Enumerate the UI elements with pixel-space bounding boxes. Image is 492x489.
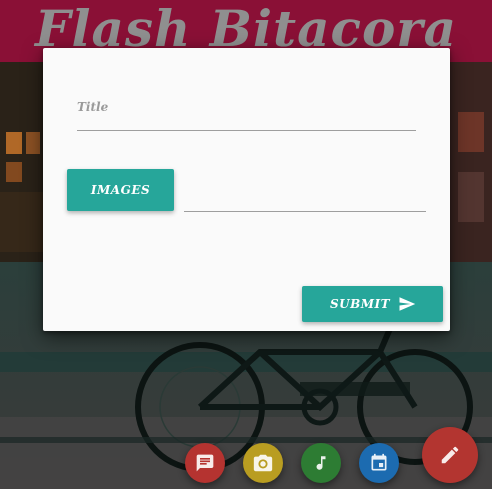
camera-icon — [253, 454, 273, 472]
send-icon — [399, 297, 416, 311]
submit-button[interactable]: SUBMIT — [302, 286, 443, 322]
title-label: Title — [77, 100, 109, 114]
music-note-icon — [316, 456, 326, 470]
chat-fab[interactable] — [185, 443, 225, 483]
chat-icon — [196, 454, 214, 472]
edit-fab[interactable] — [422, 427, 478, 483]
file-path-input[interactable] — [184, 183, 426, 212]
submit-label: SUBMIT — [330, 297, 391, 311]
title-input[interactable]: Title — [77, 100, 416, 131]
camera-fab[interactable] — [243, 443, 283, 483]
new-entry-dialog: Title IMAGES SUBMIT — [43, 48, 450, 331]
calendar-fab[interactable] — [359, 443, 399, 483]
calendar-icon — [371, 453, 387, 471]
images-button[interactable]: IMAGES — [67, 169, 174, 211]
edit-pencil-icon — [441, 446, 459, 464]
music-fab[interactable] — [301, 443, 341, 483]
